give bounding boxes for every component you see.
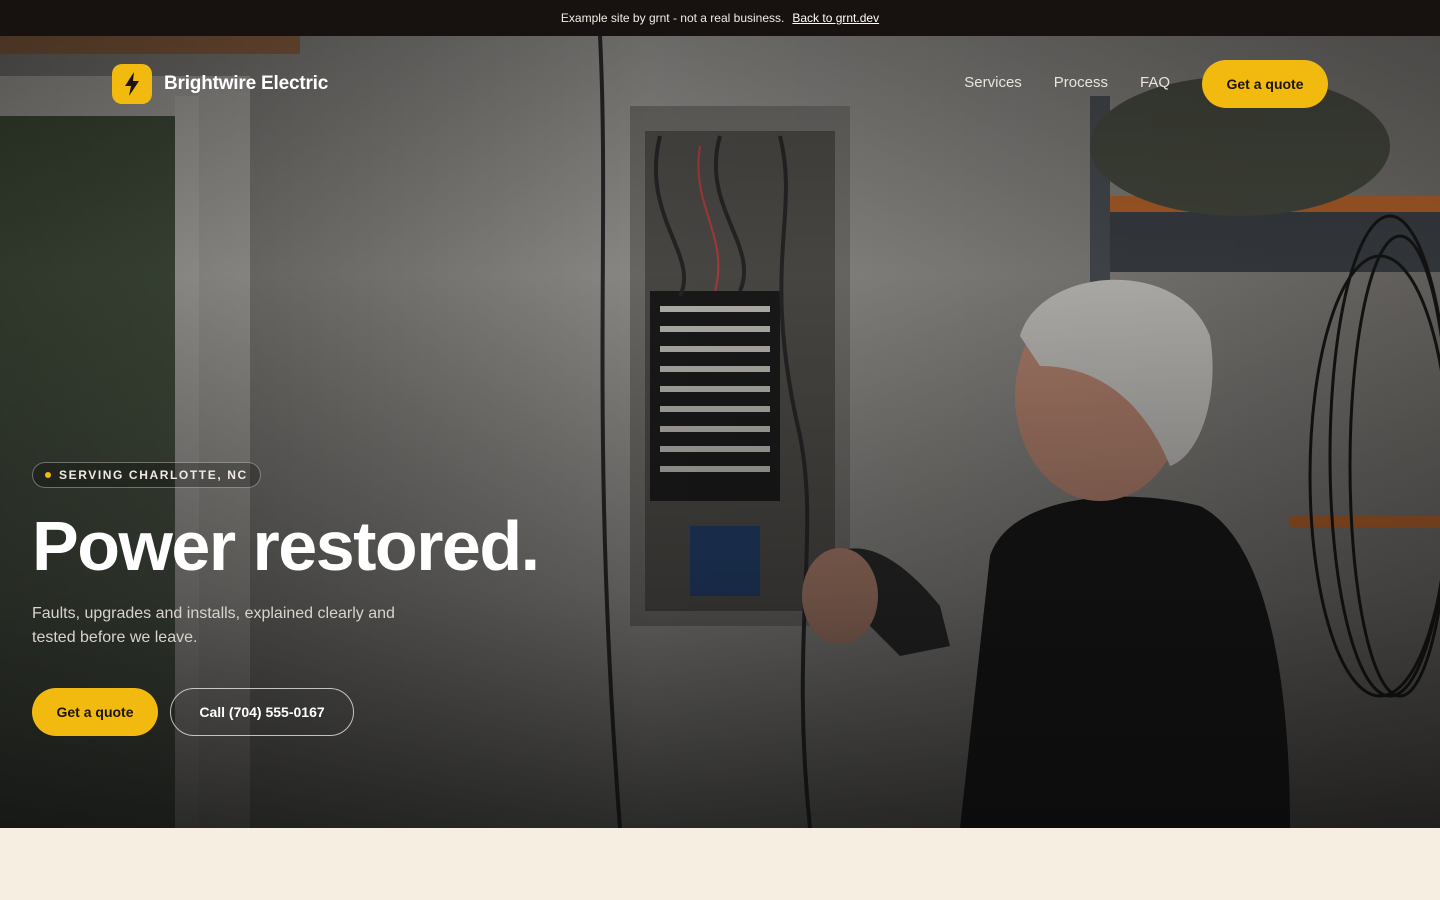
hero-headline: Power restored.: [32, 507, 540, 585]
nav-link-process[interactable]: Process: [1054, 74, 1108, 91]
next-section: [0, 828, 1440, 900]
hero-subtitle: Faults, upgrades and installs, explained…: [32, 605, 395, 646]
header-get-quote-button[interactable]: Get a quote: [1202, 60, 1328, 108]
back-to-grnt-link[interactable]: Back to grnt.dev: [792, 11, 879, 25]
dot-icon: [45, 472, 51, 478]
main-nav: Services Process FAQ: [964, 74, 1170, 91]
hero-content: SERVING CHARLOTTE, NC Power restored. Fa…: [32, 462, 540, 736]
hero-get-quote-button[interactable]: Get a quote: [32, 688, 158, 736]
demo-notice-bar: Example site by grnt - not a real busine…: [0, 0, 1440, 36]
nav-link-services[interactable]: Services: [964, 74, 1022, 91]
hero-section: Brightwire Electric Services Process FAQ…: [0, 36, 1440, 828]
call-phone-button[interactable]: Call (704) 555-0167: [170, 688, 354, 736]
hero-cta-row: Get a quote Call (704) 555-0167: [32, 688, 539, 736]
nav-link-faq[interactable]: FAQ: [1140, 74, 1170, 91]
lightning-bolt-icon: [112, 64, 152, 104]
demo-notice-text: Example site by grnt - not a real busine…: [560, 11, 785, 25]
brand-home-link[interactable]: Brightwire Electric: [112, 64, 328, 104]
location-badge-text: SERVING CHARLOTTE, NC: [59, 468, 248, 482]
location-badge: SERVING CHARLOTTE, NC: [32, 462, 261, 488]
site-header: Brightwire Electric Services Process FAQ…: [0, 36, 1440, 132]
brand-name: Brightwire Electric: [164, 73, 329, 94]
